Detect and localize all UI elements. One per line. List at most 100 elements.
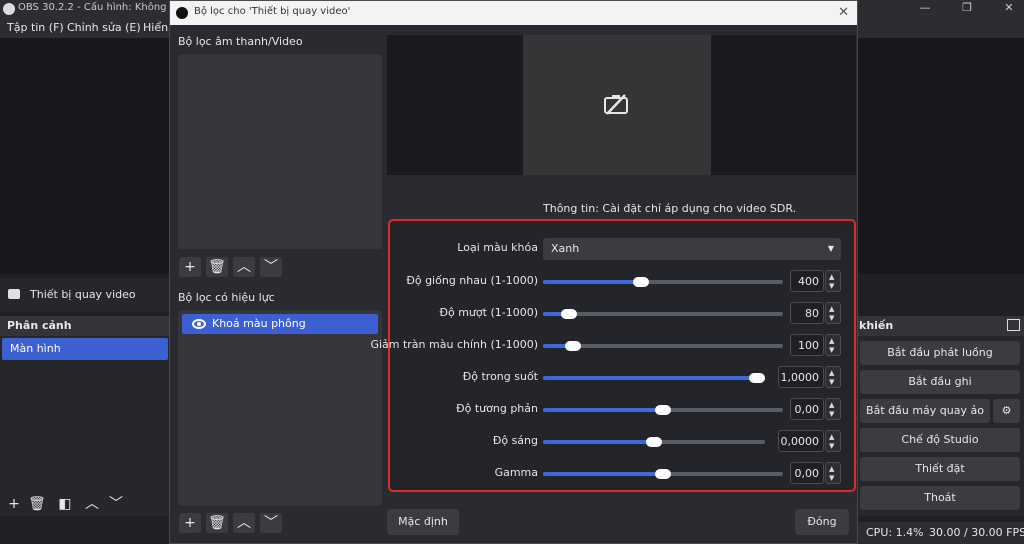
close-icon[interactable]: ✕ (838, 5, 849, 20)
settings-button[interactable]: Thiết đặt (860, 457, 1020, 481)
move-down-icon[interactable]: ﹀ (106, 494, 126, 514)
start-streaming-button[interactable]: Bắt đầu phát luồng (860, 341, 1020, 365)
start-recording-button[interactable]: Bắt đầu ghi (860, 370, 1020, 394)
source-strip: Thiết bị quay video (0, 278, 170, 312)
spin-arrows-icon[interactable]: ▲ ▼ (825, 270, 841, 292)
remove-av-filter-icon[interactable]: 🗑 (206, 257, 228, 277)
slider-handle[interactable] (655, 405, 671, 415)
scene-item[interactable]: Màn hình (2, 338, 168, 360)
property-value: 400 (798, 275, 819, 288)
av-filters-list[interactable] (178, 54, 382, 249)
property-slider[interactable] (543, 469, 783, 479)
menu-view[interactable]: Hiển (143, 21, 168, 34)
property-value-input[interactable]: 0,00 (790, 462, 824, 484)
slider-handle[interactable] (646, 437, 662, 447)
property-label: Độ trong suốt (462, 370, 538, 383)
property-label: Độ giống nhau (1-1000) (406, 274, 538, 287)
spin-arrows-icon[interactable]: ▲ ▼ (825, 366, 841, 388)
obs-logo-icon (3, 3, 15, 15)
start-virtual-camera-button[interactable]: Bắt đầu máy quay ảo (860, 399, 990, 423)
info-text: Thông tin: Cài đặt chỉ áp dụng cho video… (543, 202, 797, 215)
property-slider[interactable] (543, 405, 783, 415)
slider-handle[interactable] (565, 341, 582, 351)
menu-file[interactable]: Tập tin (F) (7, 21, 64, 34)
main-window-title: OBS 30.2.2 - Cấu hình: Không tên - (18, 2, 193, 13)
property-slider[interactable] (543, 341, 783, 351)
spin-arrows-icon[interactable]: ▲ ▼ (825, 398, 841, 420)
slider-fill (543, 280, 641, 284)
scene-filter-icon[interactable]: ◧ (55, 494, 75, 514)
undock-icon[interactable] (1007, 319, 1020, 331)
property-value: 0,0000 (780, 435, 820, 448)
minimize-icon[interactable]: — (918, 1, 932, 15)
move-down-icon[interactable]: ﹀ (260, 513, 282, 533)
property-value-input[interactable]: 400 (790, 270, 824, 292)
property-value: 1,0000 (780, 371, 820, 384)
slider-handle[interactable] (632, 277, 649, 287)
dialog-title: Bộ lọc cho 'Thiết bị quay video' (194, 6, 351, 17)
slider-handle[interactable] (560, 309, 577, 319)
filter-properties-panel: Loại màu khóa Xanh ▼ Độ giống nhau (1-10… (370, 219, 856, 492)
property-value-input[interactable]: 100 (790, 334, 824, 356)
slider-handle[interactable] (655, 469, 671, 479)
exit-button[interactable]: Thoát (860, 486, 1020, 510)
scenes-dock: Phân cảnh Màn hình + 🗑 ◧ ︿ ﹀ (0, 316, 170, 516)
property-slider[interactable] (543, 437, 765, 447)
key-type-select[interactable]: Xanh ▼ (543, 238, 841, 260)
move-down-icon[interactable]: ﹀ (260, 257, 282, 277)
spin-arrows-icon[interactable]: ▲ ▼ (825, 302, 841, 324)
slider-fill (543, 408, 663, 412)
maximize-icon[interactable]: ❐ (960, 1, 974, 15)
statusbar: CPU: 1.4% 30.00 / 30.00 FPS (856, 522, 1024, 544)
preview-source-box (523, 35, 711, 175)
property-value: 100 (798, 339, 819, 352)
property-value: 0,00 (794, 403, 820, 416)
move-up-icon[interactable]: ︿ (233, 257, 255, 277)
defaults-button[interactable]: Mặc định (387, 509, 459, 535)
property-slider[interactable] (543, 277, 783, 287)
filter-preview (387, 35, 856, 175)
key-type-label: Loại màu khóa (457, 241, 538, 254)
cpu-usage: CPU: 1.4% (866, 526, 924, 539)
property-label: Gamma (494, 466, 538, 479)
slider-fill (543, 472, 663, 476)
av-filters-label: Bộ lọc âm thanh/Video (178, 35, 303, 48)
add-scene-icon[interactable]: + (4, 494, 24, 514)
studio-mode-button[interactable]: Chế độ Studio (860, 428, 1020, 452)
slider-handle[interactable] (749, 373, 765, 383)
slider-fill (543, 440, 654, 444)
spin-arrows-icon[interactable]: ▲ ▼ (825, 430, 841, 452)
controls-title: khiến (859, 319, 894, 332)
slider-fill (543, 376, 757, 380)
property-slider[interactable] (543, 309, 783, 319)
camera-icon (8, 289, 20, 299)
effect-filters-label: Bộ lọc có hiệu lực (178, 291, 275, 304)
controls-header: khiến (856, 316, 1024, 336)
virtual-camera-settings-icon[interactable]: ⚙ (993, 399, 1020, 423)
eye-icon[interactable] (192, 319, 206, 329)
close-button[interactable]: Đóng (795, 509, 849, 535)
property-value-input[interactable]: 80 (790, 302, 824, 324)
property-slider[interactable] (543, 373, 765, 383)
source-label: Thiết bị quay video (30, 288, 136, 301)
property-label: Giảm tràn màu chính (1-1000) (370, 338, 538, 351)
spin-arrows-icon[interactable]: ▲ ▼ (825, 462, 841, 484)
effect-filter-item[interactable]: Khoá màu phông (182, 314, 378, 334)
add-av-filter-icon[interactable]: + (179, 257, 201, 277)
property-value: 80 (805, 307, 819, 320)
close-icon[interactable]: ✕ (1002, 1, 1016, 15)
delete-scene-icon[interactable]: 🗑 (27, 494, 47, 514)
controls-dock: khiến Bắt đầu phát luồng Bắt đầu ghi Bắt… (856, 316, 1024, 516)
property-value-input[interactable]: 1,0000 (778, 366, 824, 388)
add-effect-filter-icon[interactable]: + (179, 513, 201, 533)
filters-dialog: Bộ lọc cho 'Thiết bị quay video' ✕ Bộ lọ… (169, 0, 858, 544)
remove-effect-filter-icon[interactable]: 🗑 (206, 513, 228, 533)
move-up-icon[interactable]: ︿ (82, 494, 102, 514)
scenes-header: Phân cảnh (0, 316, 170, 336)
property-value-input[interactable]: 0,0000 (778, 430, 824, 452)
chevron-down-icon: ▼ (827, 244, 835, 253)
menu-edit[interactable]: Chỉnh sửa (E) (67, 21, 141, 34)
spin-arrows-icon[interactable]: ▲ ▼ (825, 334, 841, 356)
property-value-input[interactable]: 0,00 (790, 398, 824, 420)
move-up-icon[interactable]: ︿ (233, 513, 255, 533)
